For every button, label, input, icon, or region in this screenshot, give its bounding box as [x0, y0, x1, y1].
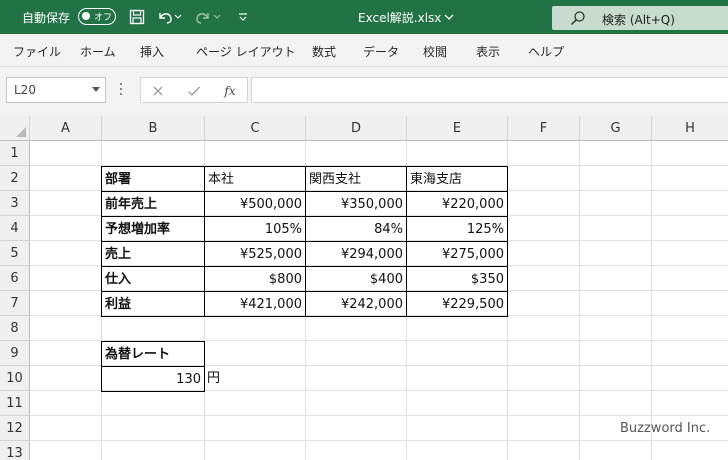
formula-buttons: fx [140, 77, 248, 103]
document-title[interactable]: Excel解説.xlsx [358, 9, 441, 26]
cell-b4[interactable]: 予想増加率 [101, 216, 205, 242]
cell-e6[interactable]: $350 [406, 266, 508, 292]
cell-c10[interactable]: 円 [204, 366, 305, 391]
enter-icon[interactable] [183, 81, 205, 101]
insert-function-icon[interactable]: fx [219, 81, 241, 101]
cancel-icon[interactable] [147, 81, 169, 101]
cell-b3[interactable]: 前年売上 [101, 191, 205, 217]
cell-b5[interactable]: 売上 [101, 241, 205, 267]
cell-e7[interactable]: ¥229,500 [406, 291, 508, 317]
customize-qat-icon[interactable] [232, 6, 254, 28]
autosave-label: 自動保存 [22, 11, 71, 25]
select-all-icon [16, 127, 26, 137]
column-header-a[interactable]: A [30, 116, 102, 141]
autosave-toggle[interactable]: オフ [78, 8, 116, 25]
cell-e4[interactable]: 125% [406, 216, 508, 242]
watermark: Buzzword Inc. [620, 421, 711, 436]
select-all-button[interactable] [0, 116, 30, 141]
tab-review[interactable]: 校閲 [423, 43, 447, 60]
worksheet-grid[interactable]: A B C D E F G H 1 2 3 4 5 6 7 8 9 10 11 … [0, 116, 728, 460]
gridline [579, 141, 580, 460]
tab-view[interactable]: 表示 [476, 43, 500, 60]
gridline [30, 440, 728, 441]
cell-c6[interactable]: $800 [204, 266, 306, 292]
row-header-12[interactable]: 12 [0, 416, 30, 441]
cell-d7[interactable]: ¥242,000 [305, 291, 407, 317]
row-header-10[interactable]: 10 [0, 366, 30, 391]
cell-b7[interactable]: 利益 [101, 291, 205, 317]
cell-e2[interactable]: 東海支店 [406, 166, 508, 192]
cell-d4[interactable]: 84% [305, 216, 407, 242]
search-box[interactable]: 検索 (Alt+Q) [552, 6, 728, 30]
cell-e3[interactable]: ¥220,000 [406, 191, 508, 217]
row-header-2[interactable]: 2 [0, 166, 30, 191]
formula-bar: L20 fx [0, 67, 728, 116]
row-header-8[interactable]: 8 [0, 316, 30, 341]
tab-home[interactable]: ホーム [80, 43, 116, 60]
tab-data[interactable]: データ [363, 43, 399, 60]
row-header-3[interactable]: 3 [0, 191, 30, 216]
cell-c3[interactable]: ¥500,000 [204, 191, 306, 217]
name-box[interactable]: L20 [6, 77, 106, 103]
gridline [651, 141, 652, 460]
cell-b10[interactable]: 130 [101, 366, 205, 392]
row-header-9[interactable]: 9 [0, 341, 30, 366]
ribbon-tabs: ファイル ホーム 挿入 ページ レイアウト 数式 データ 校閲 表示 ヘルプ [0, 34, 728, 67]
cell-b9[interactable]: 為替レート [101, 341, 205, 367]
cell-b6[interactable]: 仕入 [101, 266, 205, 292]
tab-insert[interactable]: 挿入 [140, 43, 164, 60]
autosave-state: オフ [94, 13, 113, 23]
row-header-7[interactable]: 7 [0, 291, 30, 316]
row-header-1[interactable]: 1 [0, 141, 30, 166]
row-header-6[interactable]: 6 [0, 266, 30, 291]
redo-dropdown-icon[interactable] [212, 6, 222, 28]
formula-bar-grip-icon[interactable] [120, 83, 122, 95]
column-header-e[interactable]: E [407, 116, 508, 141]
cell-d3[interactable]: ¥350,000 [305, 191, 407, 217]
undo-dropdown-icon[interactable] [173, 6, 183, 28]
gridline [30, 415, 728, 416]
title-bar: 自動保存 オフ Excel解説.xlsx 検索 (Alt+Q) [0, 0, 728, 34]
row-header-5[interactable]: 5 [0, 241, 30, 266]
cell-d2[interactable]: 関西支社 [305, 166, 407, 192]
redo-icon[interactable] [192, 6, 214, 28]
toggle-knob [82, 12, 90, 20]
cell-b2[interactable]: 部署 [101, 166, 205, 192]
tab-help[interactable]: ヘルプ [528, 43, 564, 60]
save-icon[interactable] [126, 6, 148, 28]
title-dropdown-icon[interactable] [438, 6, 460, 28]
cell-c4[interactable]: 105% [204, 216, 306, 242]
cell-c7[interactable]: ¥421,000 [204, 291, 306, 317]
cell-c5[interactable]: ¥525,000 [204, 241, 306, 267]
column-header-f[interactable]: F [508, 116, 580, 141]
tab-file[interactable]: ファイル [13, 43, 61, 60]
cell-c2[interactable]: 本社 [204, 166, 306, 192]
name-box-dropdown-icon[interactable] [92, 87, 100, 92]
search-icon [570, 10, 586, 30]
search-placeholder: 検索 (Alt+Q) [602, 13, 675, 27]
row-header-11[interactable]: 11 [0, 391, 30, 416]
column-header-c[interactable]: C [205, 116, 306, 141]
cell-e5[interactable]: ¥275,000 [406, 241, 508, 267]
tab-page-layout[interactable]: ページ レイアウト [196, 43, 296, 60]
cell-d5[interactable]: ¥294,000 [305, 241, 407, 267]
row-header-13[interactable]: 13 [0, 441, 30, 460]
formula-input[interactable] [251, 77, 728, 103]
column-header-b[interactable]: B [102, 116, 205, 141]
column-header-h[interactable]: H [652, 116, 728, 141]
column-header-d[interactable]: D [306, 116, 407, 141]
row-header-4[interactable]: 4 [0, 216, 30, 241]
column-header-g[interactable]: G [580, 116, 652, 141]
tab-formulas[interactable]: 数式 [312, 43, 336, 60]
name-box-value: L20 [14, 83, 36, 97]
cell-d6[interactable]: $400 [305, 266, 407, 292]
